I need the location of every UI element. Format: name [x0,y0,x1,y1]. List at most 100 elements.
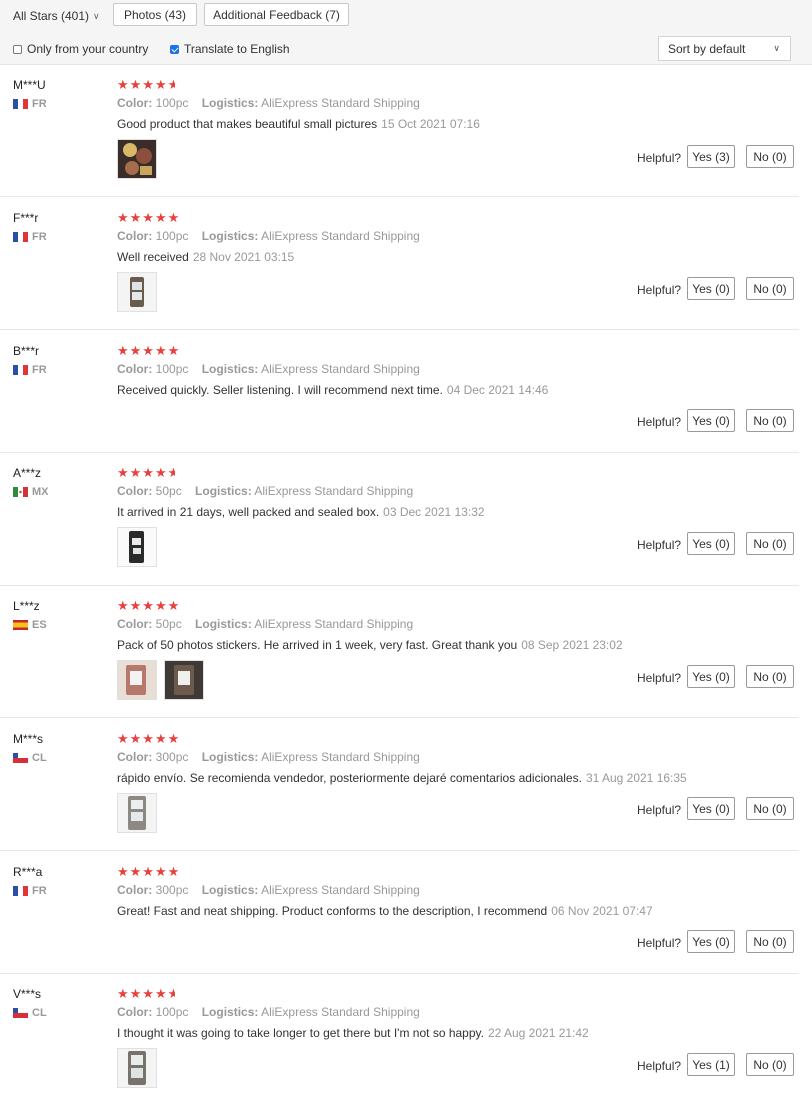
translate-label: Translate to English [184,42,290,56]
color-value: 100pc [155,96,189,110]
review-item: V***s CL ★★★★★ Color: 100pc Logistics: AliE… [0,974,812,1097]
country-code: CL [32,752,47,764]
review-photo-thumbnail[interactable] [117,660,157,700]
review-divider [0,973,799,974]
color-value: 300pc [155,883,189,897]
reviewer-country: CL [12,1007,47,1019]
helpful-no-button[interactable]: No (0) [746,1053,794,1076]
review-text-row: rápido envío. Se recomienda vendedor, po… [117,771,687,785]
review-date: 04 Dec 2021 14:46 [446,383,549,397]
helpful-no-button[interactable]: No (0) [746,797,794,820]
reviewer-name: M***U [13,78,46,92]
review-meta: Color: 100pc Logistics: AliExpress Stand… [117,229,420,243]
checkbox-icon [13,44,22,54]
reviewer-country: ES [13,619,47,631]
review-divider [0,329,799,330]
photos-filter-button[interactable]: Photos (43) [113,3,197,26]
review-item: M***s CL ★★★★★ Color: 300pc Logistics: AliE… [0,719,812,850]
review-text: Good product that makes beautiful small … [117,117,378,131]
helpful-yes-button[interactable]: Yes (1) [687,1053,735,1076]
review-meta: Color: 100pc Logistics: AliExpress Stand… [117,96,420,110]
logistics-label: Logistics: [201,1005,259,1019]
flag-icon [13,886,28,896]
additional-feedback-button[interactable]: Additional Feedback (7) [204,3,349,26]
color-label: Color: [117,617,153,631]
review-divider [0,717,799,718]
review-meta: Color: 300pc Logistics: AliExpress Stand… [117,750,420,764]
helpful-no-button[interactable]: No (0) [746,665,794,688]
reviewer-name: A***z [13,466,42,480]
reviewer-country: MX [13,486,49,498]
helpful-no-button[interactable]: No (0) [746,930,794,953]
country-code: FR [32,364,47,376]
helpful-yes-button[interactable]: Yes (0) [687,409,735,432]
review-photo-thumbnail[interactable] [117,1048,157,1088]
logistics-label: Logistics: [201,229,259,243]
review-photo-thumbnail[interactable] [117,272,157,312]
logistics-value: AliExpress Standard Shipping [254,617,414,631]
helpful-yes-button[interactable]: Yes (3) [687,145,735,168]
helpful-yes-button[interactable]: Yes (0) [687,277,735,300]
color-label: Color: [117,883,153,897]
reviewer-name: L***z [13,599,40,613]
helpful-label: Helpful? [637,283,682,297]
reviewer-country: FR [13,364,47,376]
sort-dropdown[interactable]: Sort by default ∨ [658,36,791,61]
color-label: Color: [117,1005,153,1019]
review-text-row: I thought it was going to take longer to… [117,1026,589,1040]
country-code: FR [32,885,47,897]
helpful-label: Helpful? [637,803,682,817]
color-label: Color: [117,96,153,110]
review-date: 31 Aug 2021 16:35 [585,771,687,785]
review-item: L***z ES ★★★★★ Color: 50pc Logistics: AliEx… [0,586,812,717]
star-rating: ★★★★★ [117,731,181,746]
review-photo-thumbnail[interactable] [117,139,157,179]
country-code: FR [32,231,47,243]
logistics-value: AliExpress Standard Shipping [261,750,420,764]
helpful-yes-button[interactable]: Yes (0) [687,665,735,688]
review-meta: Color: 300pc Logistics: AliExpress Stand… [117,883,420,897]
helpful-no-button[interactable]: No (0) [746,409,794,432]
color-label: Color: [117,229,153,243]
review-item: R***a FR ★★★★★ Color: 300pc Logistics: AliE… [0,852,812,973]
review-text-row: Pack of 50 photos stickers. He arrived i… [117,638,623,652]
helpful-no-button[interactable]: No (0) [746,277,794,300]
logistics-value: AliExpress Standard Shipping [261,1005,420,1019]
review-item: M***U FR ★★★★★ Color: 100pc Logistics: AliE… [0,65,812,196]
country-code: MX [32,486,49,498]
helpful-yes-button[interactable]: Yes (0) [687,930,735,953]
review-text: It arrived in 21 days, well packed and s… [117,505,380,519]
helpful-no-button[interactable]: No (0) [746,532,794,555]
helpful-label: Helpful? [637,1059,682,1073]
flag-icon [13,232,28,242]
logistics-label: Logistics: [195,484,252,498]
helpful-label: Helpful? [637,936,682,950]
flag-icon [12,752,29,764]
review-item: B***r FR ★★★★★ Color: 100pc Logistics: AliE… [0,331,812,452]
review-photo-thumbnail[interactable] [117,793,157,833]
helpful-yes-button[interactable]: Yes (0) [687,797,735,820]
translate-checkbox[interactable]: Translate to English [170,42,290,56]
star-rating: ★★★★★ [117,864,181,879]
reviewer-name: R***a [13,865,43,879]
flag-icon [13,487,28,497]
review-item: A***z MX ★★★★★ Color: 50pc Logistics: AliEx… [0,453,812,585]
country-code: ES [32,619,47,631]
only-country-checkbox[interactable]: Only from your country [13,42,148,56]
review-text: Well received [117,250,189,264]
review-date: 28 Nov 2021 03:15 [192,250,295,264]
logistics-value: AliExpress Standard Shipping [254,484,414,498]
star-filter-dropdown[interactable]: All Stars (401) ∨ [13,9,100,23]
review-divider [0,196,799,197]
helpful-label: Helpful? [637,151,682,165]
review-photo-thumbnail[interactable] [117,527,157,567]
review-item: F***r FR ★★★★★ Color: 100pc Logistics: AliE… [0,198,812,329]
reviewer-name: F***r [13,211,39,225]
star-filter-label: All Stars (401) [13,9,90,23]
star-rating: ★★★★★ [117,77,175,92]
review-text-row: Well received 28 Nov 2021 03:15 [117,250,294,264]
helpful-yes-button[interactable]: Yes (0) [687,532,735,555]
star-rating: ★★★★★ [117,598,181,613]
review-photo-thumbnail[interactable] [164,660,204,700]
helpful-no-button[interactable]: No (0) [746,145,794,168]
